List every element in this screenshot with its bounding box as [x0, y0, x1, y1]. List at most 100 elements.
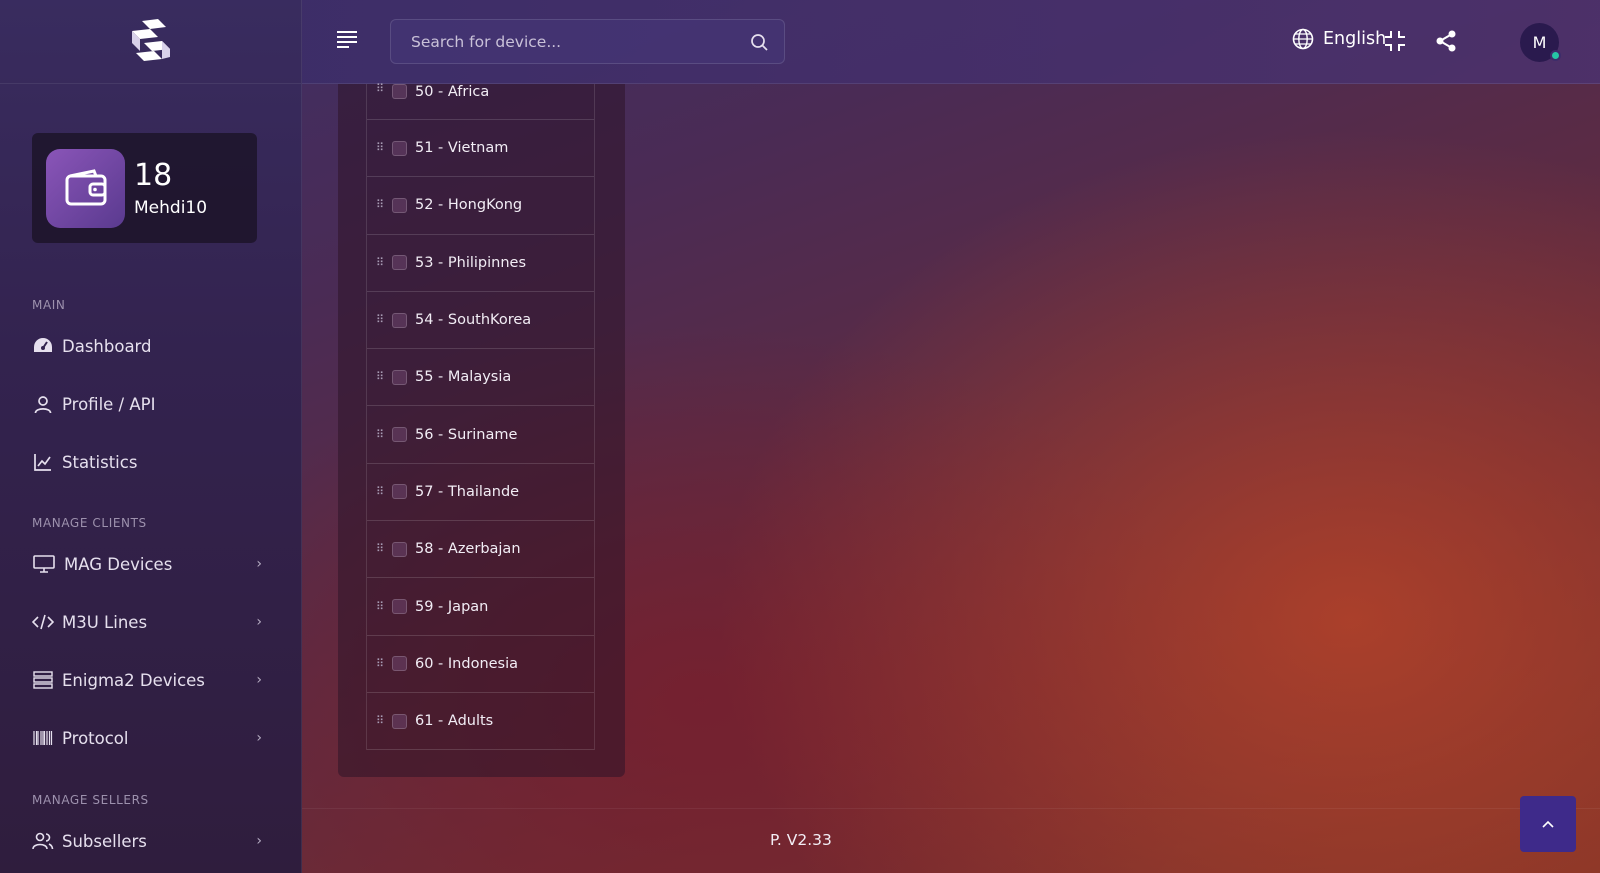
channel-label: 50 - Africa — [415, 84, 490, 100]
sidebar-item-label: Statistics — [62, 452, 138, 472]
wallet-count: 18 — [134, 158, 173, 193]
chevron-right-icon: › — [256, 833, 262, 849]
footer-divider — [302, 808, 1600, 809]
list-item[interactable]: ⠿ 54 - SouthKorea — [367, 292, 594, 350]
code-icon — [32, 611, 54, 633]
chevron-right-icon: › — [256, 556, 262, 572]
drag-handle-icon[interactable]: ⠿ — [376, 199, 384, 210]
sidebar-item-m3u-lines[interactable]: M3U Lines › — [32, 608, 270, 636]
drag-handle-icon[interactable]: ⠿ — [376, 371, 384, 382]
sidebar-item-label: Subsellers — [62, 831, 147, 851]
drag-handle-icon[interactable]: ⠿ — [376, 543, 384, 554]
online-status-indicator — [1550, 50, 1561, 61]
list-item[interactable]: ⠿ 61 - Adults — [367, 693, 594, 751]
sidebar-item-label: Enigma2 Devices — [62, 670, 205, 690]
language-label: English — [1323, 29, 1387, 49]
user-icon — [32, 393, 54, 415]
sidebar-item-label: Dashboard — [62, 336, 152, 356]
drag-handle-icon[interactable]: ⠿ — [376, 83, 384, 94]
channel-checkbox[interactable] — [392, 599, 407, 615]
search-icon[interactable] — [750, 33, 768, 55]
compress-icon — [1385, 31, 1405, 51]
channel-checkbox[interactable] — [392, 541, 407, 557]
sidebar-item-protocol[interactable]: Protocol › — [32, 724, 270, 752]
drag-handle-icon[interactable]: ⠿ — [376, 601, 384, 612]
list-item[interactable]: ⠿ 53 - Philipinnes — [367, 235, 594, 292]
chevron-up-icon — [1542, 820, 1554, 828]
list-item[interactable]: ⠿ 52 - HongKong — [367, 177, 594, 235]
users-icon — [32, 830, 54, 852]
server-icon — [32, 669, 54, 691]
wallet-icon — [46, 148, 125, 228]
drag-handle-icon[interactable]: ⠿ — [376, 314, 384, 325]
section-manage-sellers: MANAGE SELLERS — [32, 793, 149, 807]
channel-list-card: ⠿ 50 - Africa ⠿ 51 - Vietnam ⠿ 52 - HongKong ⠿… — [338, 83, 625, 777]
fullscreen-exit-button[interactable] — [1382, 28, 1408, 54]
dashboard-icon — [32, 335, 54, 357]
top-header: English M — [302, 0, 1600, 84]
channel-checkbox[interactable] — [392, 255, 407, 271]
wallet-username: Mehdi10 — [134, 198, 208, 218]
sidebar-item-mag-devices[interactable]: MAG Devices › — [32, 550, 270, 578]
list-item[interactable]: ⠿ 56 - Suriname — [367, 406, 594, 464]
user-avatar[interactable]: M — [1520, 23, 1561, 62]
brand-logo[interactable] — [0, 0, 301, 84]
app-version: P. V2.33 — [770, 831, 832, 849]
sidebar-item-enigma2-devices[interactable]: Enigma2 Devices › — [32, 666, 270, 694]
drag-handle-icon[interactable]: ⠿ — [376, 142, 384, 153]
channel-checkbox[interactable] — [392, 713, 407, 729]
channel-checkbox[interactable] — [392, 656, 407, 672]
channel-checkbox[interactable] — [392, 369, 407, 385]
device-search — [390, 19, 785, 64]
sidebar-item-dashboard[interactable]: Dashboard — [32, 332, 270, 360]
channel-checkbox[interactable] — [392, 197, 407, 213]
list-item[interactable]: ⠿ 50 - Africa — [367, 83, 594, 120]
channel-checkbox[interactable] — [392, 140, 407, 156]
chevron-right-icon: › — [256, 730, 262, 746]
channel-label: 54 - SouthKorea — [415, 312, 532, 329]
sidebar-item-subsellers[interactable]: Subsellers › — [32, 827, 270, 855]
drag-handle-icon[interactable]: ⠿ — [376, 429, 384, 440]
menu-toggle-button[interactable] — [336, 30, 360, 54]
list-item[interactable]: ⠿ 59 - Japan — [367, 578, 594, 636]
scroll-to-top-button[interactable] — [1520, 796, 1576, 852]
list-item[interactable]: ⠿ 51 - Vietnam — [367, 120, 594, 178]
share-icon — [1436, 30, 1456, 52]
list-item[interactable]: ⠿ 55 - Malaysia — [367, 349, 594, 407]
sidebar-item-profile[interactable]: Profile / API — [32, 390, 270, 418]
list-item[interactable]: ⠿ 57 - Thailande — [367, 464, 594, 522]
sidebar: 18 Mehdi10 MAIN Dashboard Profile / API … — [0, 0, 302, 873]
channel-label: 58 - Azerbajan — [415, 541, 521, 558]
channel-label: 53 - Philipinnes — [415, 254, 527, 271]
channel-label: 51 - Vietnam — [415, 140, 509, 157]
avatar-initial: M — [1532, 33, 1547, 52]
channel-checkbox[interactable] — [392, 312, 407, 328]
sidebar-item-label: MAG Devices — [64, 554, 173, 574]
chevron-right-icon: › — [256, 614, 262, 630]
list-item[interactable]: ⠿ 60 - Indonesia — [367, 636, 594, 693]
channel-checkbox[interactable] — [392, 484, 407, 500]
language-selector[interactable]: English — [1292, 28, 1386, 50]
channel-checkbox[interactable] — [392, 427, 407, 443]
list-item[interactable]: ⠿ 58 - Azerbajan — [367, 521, 594, 579]
logo-icon — [131, 18, 170, 61]
channel-label: 56 - Suriname — [415, 426, 518, 443]
globe-icon — [1292, 28, 1314, 50]
channel-label: 61 - Adults — [415, 713, 494, 730]
drag-handle-icon[interactable]: ⠿ — [376, 486, 384, 497]
drag-handle-icon[interactable]: ⠿ — [376, 715, 384, 726]
channel-label: 55 - Malaysia — [415, 369, 512, 386]
share-button[interactable] — [1433, 28, 1459, 54]
sidebar-item-label: M3U Lines — [62, 612, 148, 632]
drag-handle-icon[interactable]: ⠿ — [376, 257, 384, 268]
section-main: MAIN — [32, 298, 66, 312]
chart-line-icon — [32, 451, 54, 473]
search-input[interactable] — [391, 20, 784, 63]
drag-handle-icon[interactable]: ⠿ — [376, 658, 384, 669]
sidebar-item-statistics[interactable]: Statistics — [32, 448, 270, 476]
channel-label: 57 - Thailande — [415, 483, 520, 500]
channel-checkbox[interactable] — [392, 84, 407, 99]
chevron-right-icon: › — [256, 672, 262, 688]
channel-label: 59 - Japan — [415, 598, 489, 615]
channel-label: 52 - HongKong — [415, 197, 523, 214]
